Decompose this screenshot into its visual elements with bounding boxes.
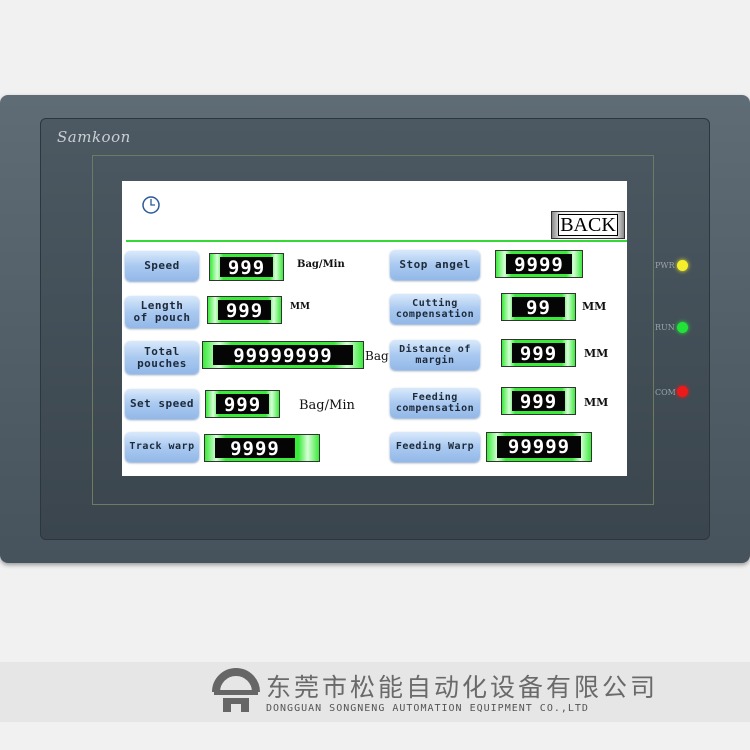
set-speed-display[interactable]: 999 — [205, 390, 280, 418]
track-warp-display[interactable]: 9999 — [204, 434, 320, 462]
distance-of-margin-button[interactable]: Distance of margin — [390, 340, 480, 370]
distance-of-margin-unit: MM — [584, 347, 609, 360]
cutting-compensation-display[interactable]: 99 — [501, 293, 576, 321]
track-warp-button[interactable]: Track warp — [125, 432, 199, 462]
speed-value: 999 — [220, 257, 273, 279]
feeding-warp-display[interactable]: 99999 — [486, 432, 592, 462]
feeding-warp-button[interactable]: Feeding Warp — [390, 432, 480, 462]
led-label-run: RUN — [655, 323, 675, 332]
run-led-icon — [677, 322, 688, 333]
length-of-pouch-button[interactable]: Length of pouch — [125, 296, 199, 328]
feeding-compensation-unit: MM — [584, 396, 609, 409]
led-label-com: COM — [655, 388, 676, 397]
stop-angel-display[interactable]: 9999 — [495, 250, 583, 278]
feeding-compensation-button[interactable]: Feeding compensation — [390, 388, 480, 418]
distance-of-margin-value: 999 — [512, 343, 565, 365]
feeding-warp-value: 99999 — [497, 436, 581, 458]
distance-of-margin-display[interactable]: 999 — [501, 339, 576, 367]
stop-angel-value: 9999 — [506, 254, 572, 276]
set-speed-value: 999 — [216, 394, 269, 416]
total-pouches-value: 99999999 — [213, 345, 353, 367]
length-of-pouch-value: 999 — [218, 300, 271, 322]
cutting-compensation-unit: MM — [582, 300, 607, 313]
speed-display[interactable]: 999 — [209, 253, 284, 281]
track-warp-value: 9999 — [215, 438, 295, 460]
company-logo-icon — [212, 668, 260, 712]
length-of-pouch-display[interactable]: 999 — [207, 296, 282, 324]
company-name-cn: 东莞市松能自动化设备有限公司 — [266, 673, 659, 702]
cutting-compensation-value: 99 — [512, 297, 565, 319]
total-pouches-display[interactable]: 99999999 — [202, 341, 364, 369]
length-of-pouch-unit: MM — [290, 302, 310, 312]
com-led-icon — [677, 386, 688, 397]
feeding-compensation-display[interactable]: 999 — [501, 387, 576, 415]
total-pouches-button[interactable]: Total pouches — [125, 341, 199, 374]
brand-logo: Samkoon — [57, 128, 131, 146]
company-name-en: DONGGUAN SONGNENG AUTOMATION EQUIPMENT C… — [266, 703, 589, 714]
set-speed-unit: Bag/Min — [299, 398, 355, 413]
back-label: BACK — [558, 214, 618, 236]
pwr-led-icon — [677, 260, 688, 271]
speed-unit: Bag/Min — [297, 259, 345, 270]
stop-angel-button[interactable]: Stop angel — [390, 250, 480, 280]
clock-icon[interactable] — [141, 195, 161, 215]
total-pouches-unit: Bag — [365, 349, 389, 363]
back-button[interactable]: BACK — [551, 211, 625, 239]
set-speed-button[interactable]: Set speed — [125, 389, 199, 419]
divider — [126, 240, 627, 242]
cutting-compensation-button[interactable]: Cutting compensation — [390, 294, 480, 324]
speed-button[interactable]: Speed — [125, 251, 199, 281]
led-label-pwr: PWR — [655, 261, 675, 270]
feeding-compensation-value: 999 — [512, 391, 565, 413]
